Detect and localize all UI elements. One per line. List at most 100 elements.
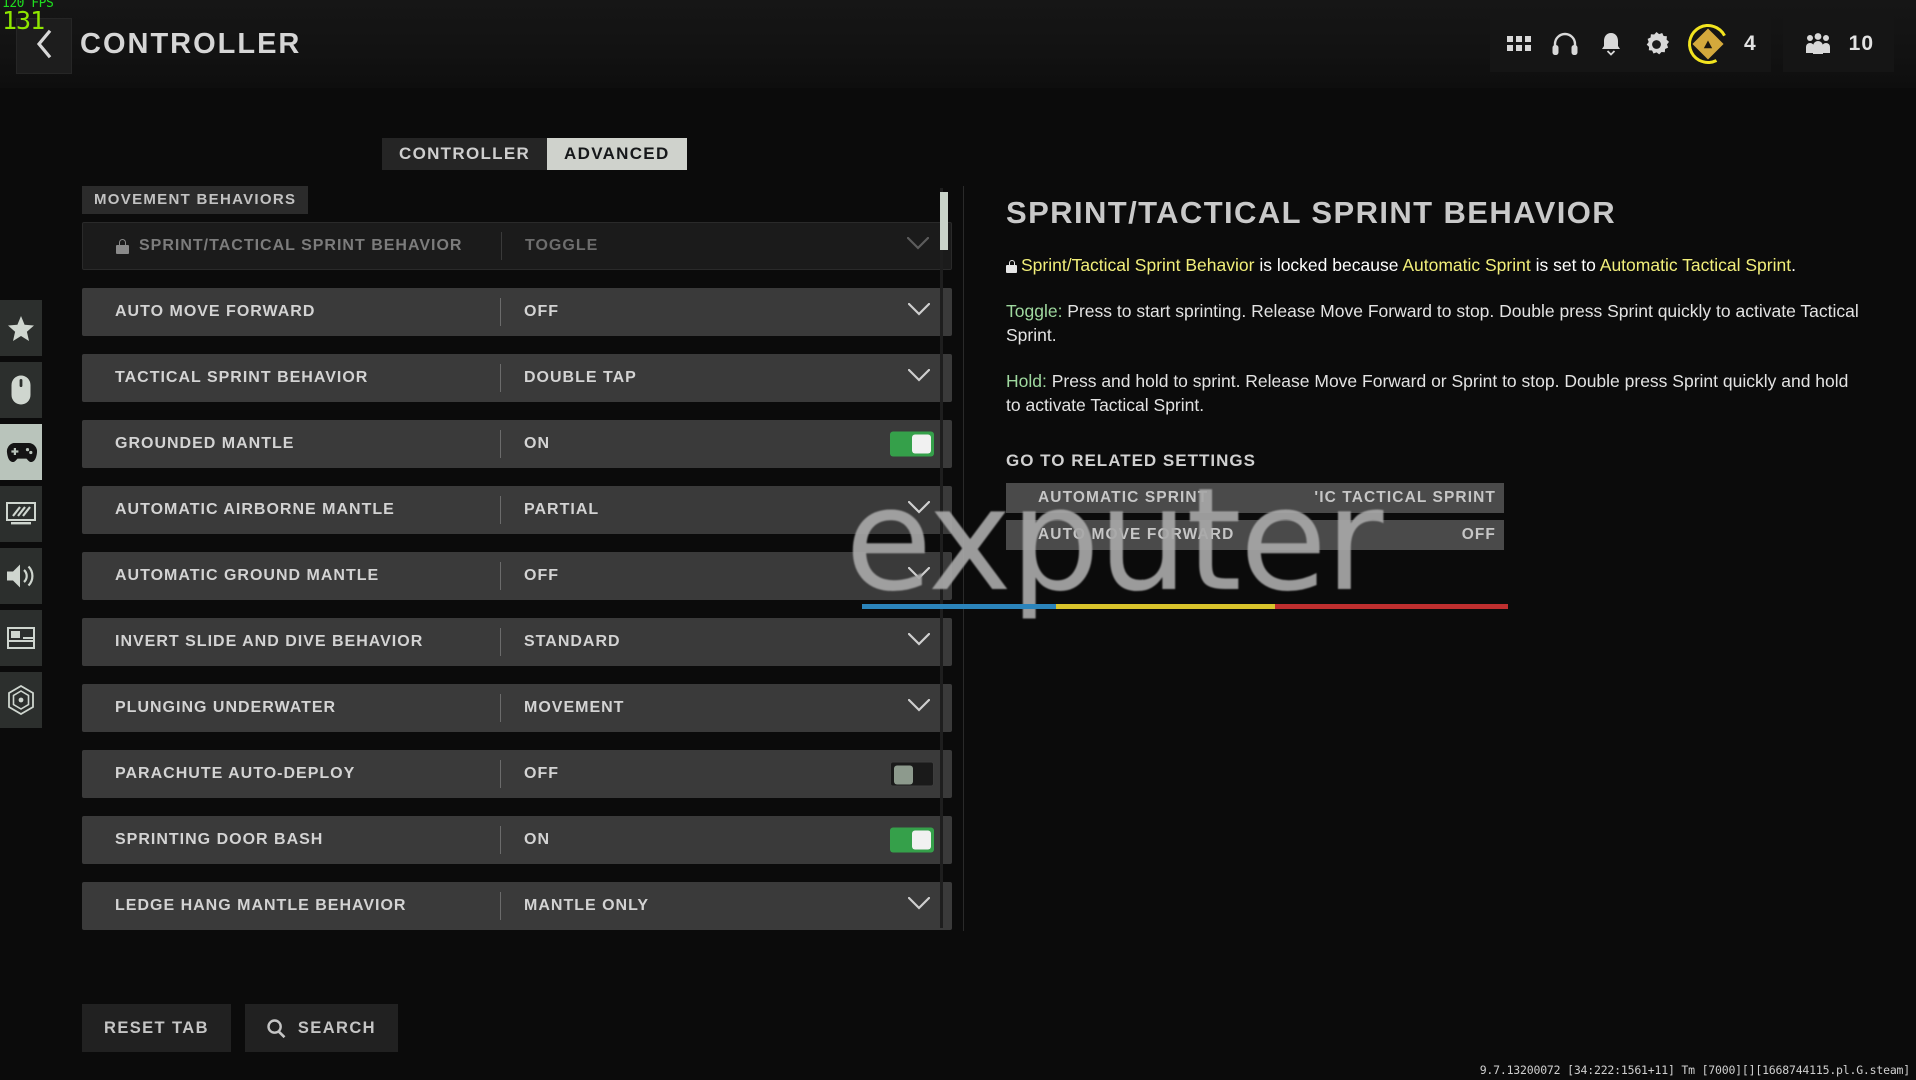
settings-row[interactable]: PARACHUTE AUTO-DEPLOY OFF (82, 750, 952, 798)
settings-list: MOVEMENT BEHAVIORS SPRINT/TACTICAL SPRIN… (82, 186, 952, 931)
settings-row-label: GROUNDED MANTLE (115, 435, 295, 452)
chevron-down-icon[interactable] (907, 500, 931, 519)
radar-icon (7, 685, 35, 715)
chevron-down-icon[interactable] (907, 896, 931, 915)
reset-tab-label: RESET TAB (104, 1018, 209, 1037)
party-group[interactable]: 10 (1782, 16, 1894, 72)
chevron-down-icon[interactable] (907, 302, 931, 321)
scrollbar-track[interactable] (940, 188, 943, 928)
related-settings-list: AUTOMATIC SPRINT 'IC TACTICAL SPRINT AUTO … (1006, 483, 1866, 550)
settings-row[interactable]: SPRINT/TACTICAL SPRINT BEHAVIOR TOGGLE (82, 222, 952, 270)
locked-text-1: is locked because (1254, 255, 1403, 275)
settings-row[interactable]: AUTO MOVE FORWARD OFF (82, 288, 952, 336)
battlepass-badge[interactable] (1682, 18, 1734, 70)
scrollbar-thumb[interactable] (940, 192, 948, 250)
sidebar-item-mouse-keyboard[interactable] (0, 362, 42, 418)
toggle-label: Toggle: (1006, 301, 1063, 321)
settings-row[interactable]: GROUNDED MANTLE ON (82, 420, 952, 468)
tab-advanced[interactable]: ADVANCED (547, 138, 687, 170)
settings-row[interactable]: AUTOMATIC GROUND MANTLE OFF (82, 552, 952, 600)
settings-group-header: MOVEMENT BEHAVIORS (82, 186, 952, 214)
reset-tab-button[interactable]: RESET TAB (82, 1004, 231, 1052)
settings-row-value: ON (524, 435, 550, 452)
tab-controller[interactable]: CONTROLLER (382, 138, 548, 170)
settings-row[interactable]: LEDGE HANG MANTLE BEHAVIOR MANTLE ONLY (82, 882, 952, 930)
sidebar-item-audio[interactable] (0, 548, 42, 604)
sidebar-item-account[interactable] (0, 672, 42, 728)
locked-keyword-1: Sprint/Tactical Sprint Behavior (1021, 255, 1255, 275)
hold-label: Hold: (1006, 371, 1047, 391)
layout-icon (7, 627, 35, 649)
chevron-down-icon[interactable] (907, 632, 931, 651)
hold-description: Hold: Press and hold to sprint. Release … (1006, 369, 1866, 417)
chevron-down-icon[interactable] (906, 236, 930, 255)
mouse-icon (11, 375, 31, 405)
star-icon (8, 315, 34, 341)
party-count: 10 (1848, 32, 1874, 55)
settings-row-value: PARTIAL (524, 501, 600, 518)
settings-row[interactable]: INVERT SLIDE AND DIVE BEHAVIOR STANDARD (82, 618, 952, 666)
settings-row-value: TOGGLE (525, 237, 599, 254)
search-button[interactable]: SEARCH (244, 1004, 398, 1052)
toggle-switch[interactable] (890, 431, 934, 457)
settings-row[interactable]: PLUNGING UNDERWATER MOVEMENT (82, 684, 952, 732)
settings-rows: SPRINT/TACTICAL SPRINT BEHAVIOR TOGGLE AUT… (82, 222, 952, 930)
panel-divider (963, 186, 964, 931)
related-setting-row[interactable]: AUTOMATIC SPRINT 'IC TACTICAL SPRINT (1006, 483, 1504, 513)
search-label: SEARCH (297, 1018, 376, 1037)
bell-icon[interactable] (1596, 29, 1626, 59)
chevron-down-icon[interactable] (907, 368, 931, 387)
settings-row-label: TACTICAL SPRINT BEHAVIOR (115, 369, 369, 386)
chevron-down-icon[interactable] (907, 566, 931, 585)
settings-row-value: MANTLE ONLY (524, 897, 650, 914)
settings-row[interactable]: SPRINTING DOOR BASH ON (82, 816, 952, 864)
monitor-icon (6, 502, 36, 526)
header-bar: CONTROLLER 4 10 (0, 0, 1916, 88)
sidebar-item-favorites[interactable] (0, 300, 42, 356)
lock-icon (116, 238, 129, 254)
settings-row-label: AUTOMATIC GROUND MANTLE (115, 567, 380, 584)
sidebar-item-interface[interactable] (0, 610, 42, 666)
locked-message: Sprint/Tactical Sprint Behavior is locke… (1006, 253, 1866, 277)
headphones-icon[interactable] (1550, 29, 1580, 59)
settings-row-value: OFF (524, 765, 559, 782)
back-button[interactable] (16, 18, 72, 74)
settings-row[interactable]: TACTICAL SPRINT BEHAVIOR DOUBLE TAP (82, 354, 952, 402)
settings-row-label: INVERT SLIDE AND DIVE BEHAVIOR (115, 633, 424, 650)
settings-row-value: OFF (524, 567, 559, 584)
sidebar-item-controller[interactable] (0, 424, 42, 480)
settings-row-value: STANDARD (524, 633, 621, 650)
group-header-label: MOVEMENT BEHAVIORS (82, 186, 309, 214)
related-setting-value: OFF (1461, 526, 1496, 543)
locked-text-3: . (1791, 255, 1796, 275)
chevron-down-icon[interactable] (907, 698, 931, 717)
chevron-left-icon (35, 29, 53, 64)
settings-row-label: PLUNGING UNDERWATER (115, 699, 337, 716)
page-title: CONTROLLER (80, 28, 302, 60)
toggle-switch[interactable] (890, 761, 934, 787)
speaker-icon (6, 563, 36, 589)
locked-text-2: is set to (1530, 255, 1600, 275)
toggle-switch[interactable] (890, 827, 934, 853)
settings-row-value: OFF (524, 303, 559, 320)
settings-row[interactable]: AUTOMATIC AIRBORNE MANTLE PARTIAL (82, 486, 952, 534)
locked-keyword-3: Automatic Tactical Sprint (1599, 255, 1792, 275)
build-version-string: 9.7.13200072 [34:222:1561+11] Tm [7000][… (1479, 1063, 1911, 1077)
related-setting-value: 'IC TACTICAL SPRINT (1314, 489, 1496, 506)
gear-icon[interactable] (1642, 29, 1672, 59)
detail-title: SPRINT/TACTICAL SPRINT BEHAVIOR (1006, 195, 1617, 230)
related-setting-row[interactable]: AUTO MOVE FORWARD OFF (1006, 520, 1504, 550)
gamepad-icon (5, 442, 37, 463)
settings-tabs: CONTROLLER ADVANCED (382, 138, 687, 170)
watermark-bar (862, 604, 1508, 609)
magnifier-icon (267, 1018, 286, 1038)
apps-grid-icon[interactable] (1504, 29, 1534, 59)
sidebar-item-graphics[interactable] (0, 486, 42, 542)
settings-row-value: MOVEMENT (524, 699, 625, 716)
hold-text: Press and hold to sprint. Release Move F… (1006, 371, 1849, 415)
settings-row-label: SPRINT/TACTICAL SPRINT BEHAVIOR (83, 237, 501, 255)
battlepass-count: 4 (1743, 32, 1757, 55)
settings-row-label: LEDGE HANG MANTLE BEHAVIOR (115, 897, 407, 914)
related-setting-label: AUTO MOVE FORWARD (1038, 526, 1235, 543)
settings-row-label: SPRINTING DOOR BASH (115, 831, 324, 848)
